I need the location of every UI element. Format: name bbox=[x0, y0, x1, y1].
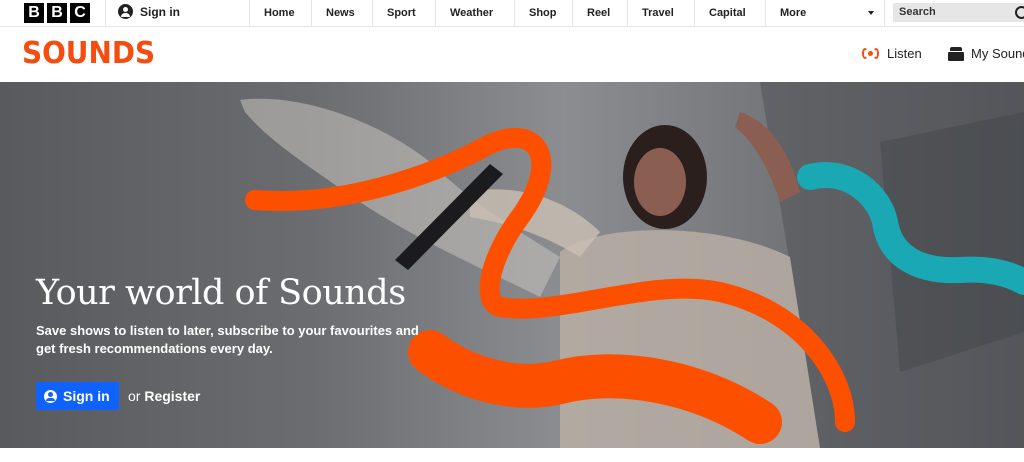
hero-banner: Your world of Sounds Save shows to liste… bbox=[0, 82, 1024, 448]
top-sign-in-link[interactable]: Sign in bbox=[118, 4, 180, 19]
register-link[interactable]: Register bbox=[144, 388, 200, 404]
bbc-logo-letter: C bbox=[70, 3, 90, 23]
account-icon bbox=[44, 389, 57, 403]
chevron-down-icon bbox=[868, 11, 874, 15]
nav-item-more[interactable]: More bbox=[765, 0, 885, 26]
bbc-nav: Home News Sport Weather Shop Reel Travel… bbox=[249, 0, 885, 26]
nav-item-reel[interactable]: Reel bbox=[572, 0, 627, 26]
account-icon bbox=[118, 4, 133, 19]
bbc-top-bar: B B C Sign in Home News Sport Weather Sh… bbox=[0, 0, 1024, 27]
page-content-start bbox=[0, 448, 1024, 462]
nav-item-capital[interactable]: Capital bbox=[694, 0, 765, 26]
listen-label: Listen bbox=[887, 46, 922, 61]
radio-wave-icon bbox=[862, 47, 880, 61]
nav-more-label: More bbox=[780, 7, 807, 19]
nav-item-travel[interactable]: Travel bbox=[627, 0, 694, 26]
performer-face bbox=[634, 148, 686, 216]
divider bbox=[105, 0, 106, 26]
listen-link[interactable]: Listen bbox=[862, 46, 922, 61]
my-sounds-link[interactable]: My Sounds bbox=[948, 46, 1024, 61]
top-sign-in-label: Sign in bbox=[140, 4, 180, 19]
hero-sign-in-button[interactable]: Sign in bbox=[36, 382, 119, 410]
sounds-logo[interactable]: SOUNDS bbox=[22, 36, 155, 71]
hero-title: Your world of Sounds bbox=[36, 273, 406, 313]
search-icon[interactable] bbox=[1015, 6, 1024, 19]
nav-item-shop[interactable]: Shop bbox=[514, 0, 572, 26]
or-text: or bbox=[128, 388, 141, 404]
bbc-logo[interactable]: B B C bbox=[24, 3, 90, 23]
nav-item-news[interactable]: News bbox=[311, 0, 372, 26]
nav-item-home[interactable]: Home bbox=[249, 0, 311, 26]
hero-subtitle: Save shows to listen to later, subscribe… bbox=[36, 323, 419, 356]
nav-item-weather[interactable]: Weather bbox=[435, 0, 514, 26]
nav-item-sport[interactable]: Sport bbox=[372, 0, 435, 26]
sounds-header: SOUNDS Listen My Sounds bbox=[0, 27, 1024, 81]
bbc-logo-letter: B bbox=[47, 3, 67, 23]
search-placeholder: Search bbox=[899, 6, 936, 18]
hero-sign-in-label: Sign in bbox=[63, 388, 110, 404]
search-input[interactable]: Search bbox=[893, 3, 1024, 22]
performer-dress bbox=[560, 230, 820, 448]
my-sounds-icon bbox=[948, 46, 964, 61]
bbc-logo-letter: B bbox=[24, 3, 44, 23]
hero-or-register: or Register bbox=[128, 388, 200, 404]
my-sounds-label: My Sounds bbox=[971, 46, 1024, 61]
